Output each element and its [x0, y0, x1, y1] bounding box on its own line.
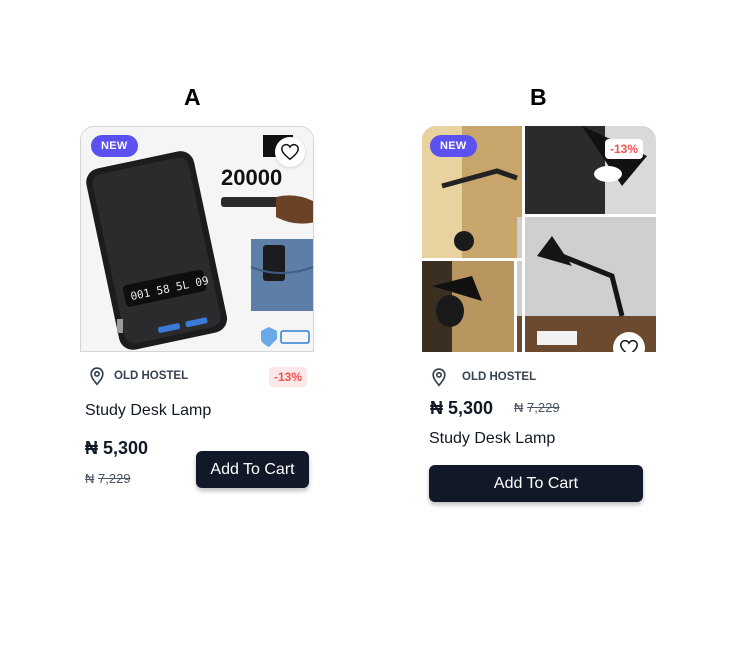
price-value: 5,300 [103, 438, 149, 458]
add-to-cart-button[interactable]: Add To Cart [196, 451, 309, 488]
old-price-value: 7,229 [98, 471, 131, 486]
discount-badge: -13% [605, 139, 644, 159]
variant-a-label: A [184, 84, 201, 110]
currency-symbol: ₦ [85, 438, 98, 458]
add-to-cart-button[interactable]: Add To Cart [429, 465, 643, 502]
old-price-value: 7,229 [527, 400, 560, 415]
product-title[interactable]: Study Desk Lamp [429, 430, 555, 448]
location-pin-icon [90, 367, 104, 386]
price: ₦ 5,300 [430, 398, 493, 419]
location-pin-icon [432, 368, 446, 387]
location: OLD HOSTEL [430, 367, 536, 387]
product-title[interactable]: Study Desk Lamp [85, 402, 211, 420]
product-card-a[interactable]: 001 58 5L 09 20000 NEW OLD HOSTEL -13% S… [80, 126, 314, 488]
price-value: 5,300 [448, 398, 494, 418]
favorite-button[interactable] [275, 137, 305, 167]
product-image-power-bank[interactable]: 001 58 5L 09 20000 NEW [80, 126, 314, 352]
svg-text:20000: 20000 [221, 165, 282, 190]
location-label: OLD HOSTEL [114, 370, 189, 382]
new-badge: NEW [91, 135, 138, 157]
heart-icon [620, 339, 638, 352]
location: OLD HOSTEL [88, 366, 188, 386]
new-badge: NEW [430, 135, 477, 157]
old-price: ₦ 7,229 [85, 471, 131, 486]
product-image-desk-lamp[interactable]: NEW -13% [422, 126, 656, 352]
price: ₦ 5,300 [85, 438, 148, 459]
desk-lamp-collage [422, 126, 656, 352]
old-currency-symbol: ₦ [85, 471, 95, 486]
old-price: ₦ 7,229 [514, 400, 560, 415]
old-currency-symbol: ₦ [514, 400, 524, 415]
location-label: OLD HOSTEL [462, 371, 537, 383]
variant-b-label: B [530, 84, 547, 110]
discount-badge: -13% [269, 367, 308, 387]
currency-symbol: ₦ [430, 398, 443, 418]
product-card-b[interactable]: NEW -13% OLD HOSTEL ₦ 5,300 ₦ 7,229 Stud… [422, 126, 656, 502]
heart-icon [281, 143, 299, 161]
